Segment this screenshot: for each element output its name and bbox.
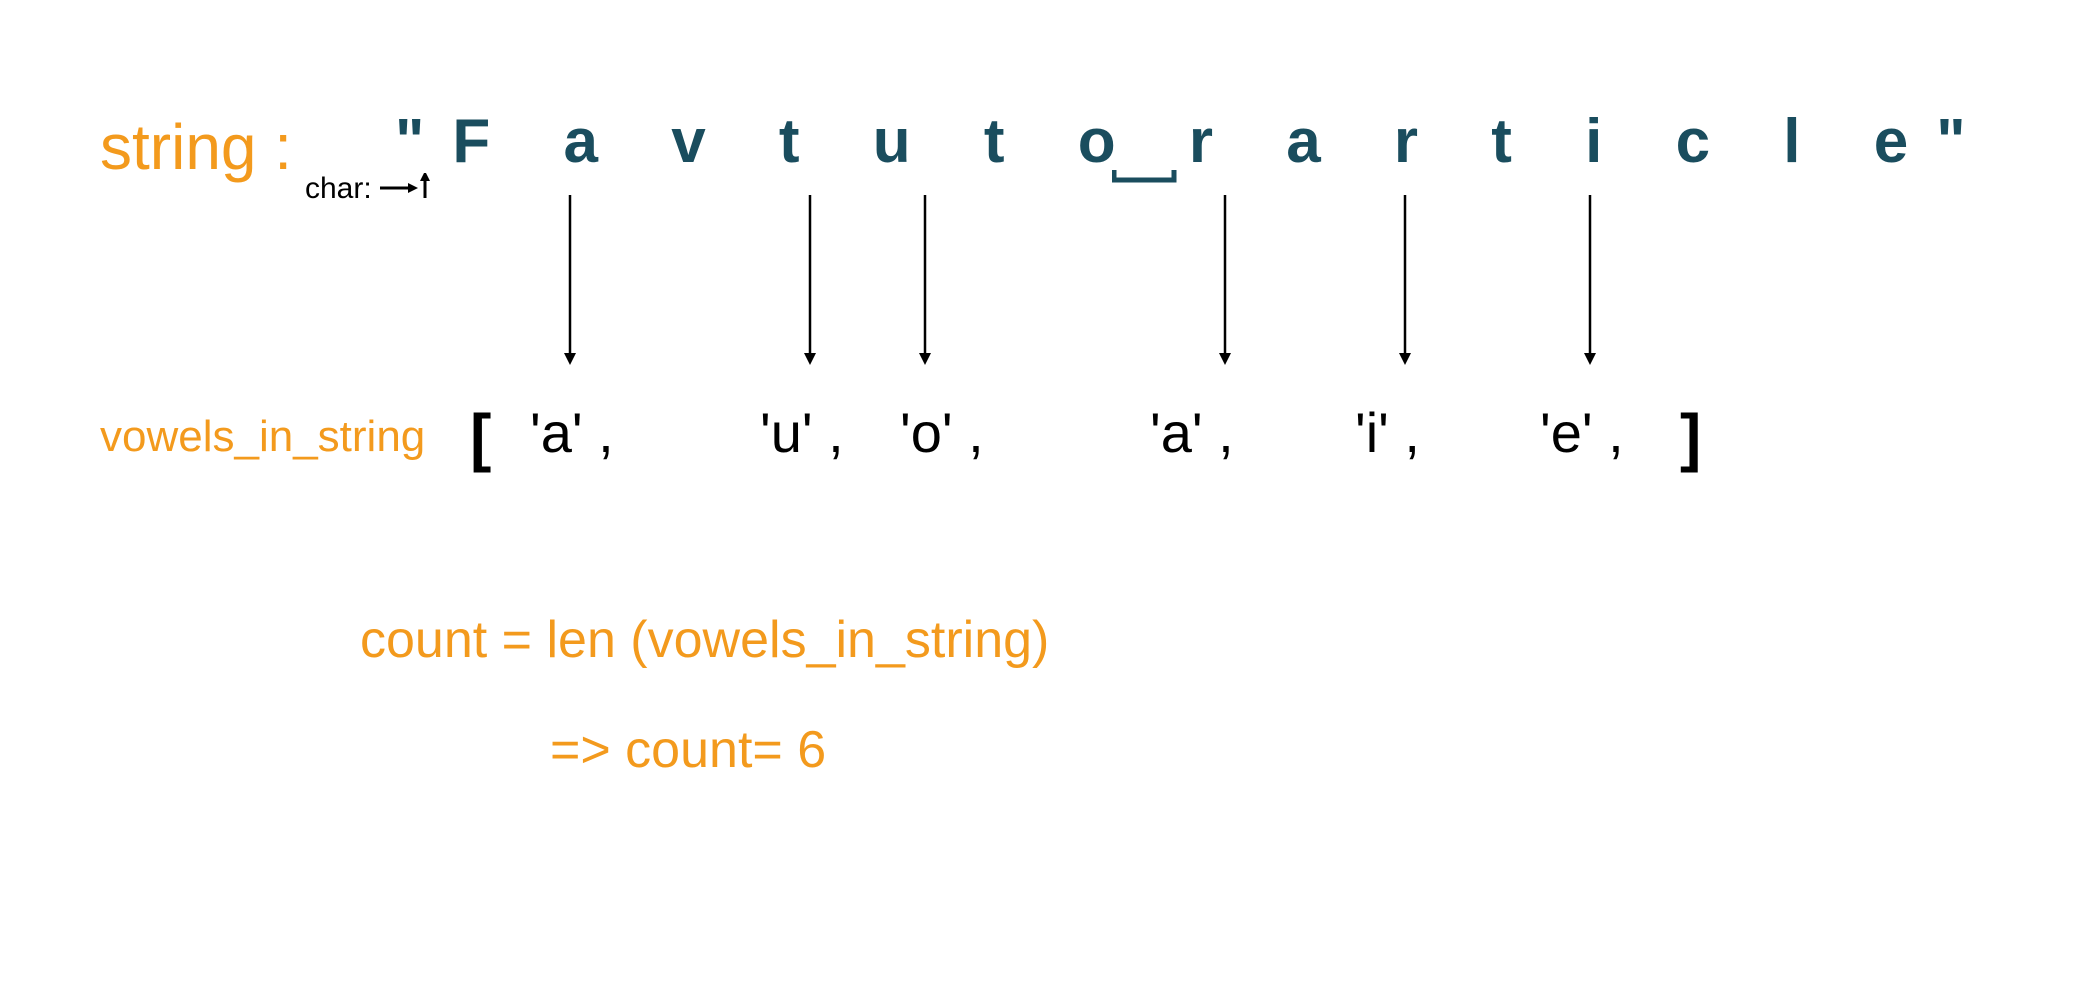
space-indicator-icon [1112,168,1182,188]
arrow-down-icon [915,195,935,370]
close-bracket: ] [1680,400,1701,474]
char-pointer-arrow-icon [380,173,440,213]
vowel-item: 'u' , [760,400,844,465]
diagram-canvas: string : "F a v t u t o r a r t i c l e"… [0,0,2100,990]
string-label: string : [100,110,292,184]
string-value: "F a v t u t o r a r t i c l e" [395,106,1994,177]
vowel-item: 'o' , [900,400,984,465]
arrow-down-icon [800,195,820,370]
vowel-item: 'a' , [530,400,614,465]
vowels-in-string-label: vowels_in_string [100,412,425,462]
open-bracket: [ [470,400,491,474]
vowel-item: 'e' , [1540,400,1624,465]
vowel-item: 'a' , [1150,400,1234,465]
arrow-down-icon [1395,195,1415,370]
count-result: => count= 6 [550,720,826,780]
vowel-item: 'i' , [1355,400,1420,465]
arrow-down-icon [1215,195,1235,370]
char-label: char: [305,172,372,206]
count-expression: count = len (vowels_in_string) [360,610,1049,670]
arrow-down-icon [1580,195,1600,370]
arrow-down-icon [560,195,580,370]
